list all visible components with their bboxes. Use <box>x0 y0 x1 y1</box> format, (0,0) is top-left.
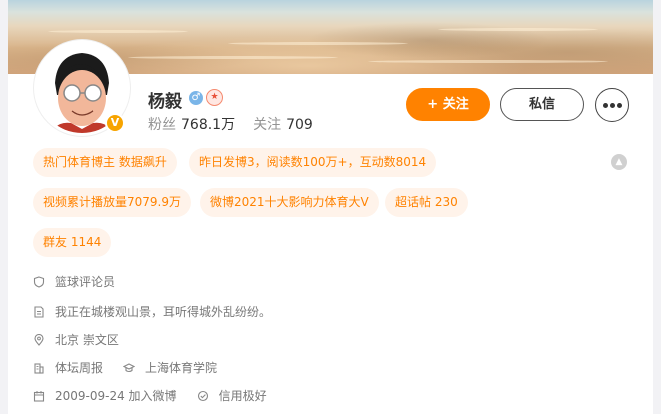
info-location: 北京 崇文区 <box>55 333 119 347</box>
info-work-row: 体坛周报 上海体育学院 <box>33 359 217 376</box>
calendar-icon <box>33 391 45 402</box>
info-bio-row: 我正在城楼观山景，耳听得城外乱纷纷。 <box>33 303 271 320</box>
building-icon <box>34 363 44 374</box>
follow-button[interactable]: + 关注 <box>406 88 490 121</box>
info-joined: 2009-09-24 加入微博 <box>55 389 177 403</box>
info-company: 体坛周报 <box>55 361 104 375</box>
document-icon <box>34 306 44 318</box>
followers-label: 粉丝 <box>148 117 176 133</box>
info-title-row: 篮球评论员 <box>33 273 115 290</box>
verified-badge-icon: V <box>105 113 125 133</box>
profile-page: V 杨毅 ♂ ★ 粉丝 768.1万 关注 709 + 关注 私信 热门体育博主 数据… <box>0 0 661 414</box>
info-credit: 信用极好 <box>218 389 267 403</box>
male-gender-icon: ♂ <box>189 91 203 105</box>
collapse-chevron-up-icon[interactable]: ▲ <box>611 154 627 170</box>
info-title: 篮球评论员 <box>55 275 116 289</box>
shield-icon <box>33 276 45 288</box>
info-joined-row: 2009-09-24 加入微博 信用极好 <box>33 387 267 404</box>
credit-icon <box>197 390 208 402</box>
more-options-button[interactable] <box>595 88 629 122</box>
tag-super-topic-posts[interactable]: 超话帖 230 <box>385 188 468 217</box>
following-count[interactable]: 709 <box>286 117 313 133</box>
medal-badge-icon[interactable]: ★ <box>206 89 223 106</box>
profile-stats: 粉丝 768.1万 关注 709 <box>148 114 331 134</box>
profile-card: V 杨毅 ♂ ★ 粉丝 768.1万 关注 709 + 关注 私信 热门体育博主 数据… <box>8 0 653 414</box>
page-gutter <box>653 0 661 414</box>
tag-group-members[interactable]: 群友 1144 <box>33 228 112 257</box>
info-location-row: 北京 崇文区 <box>33 331 119 348</box>
info-bio: 我正在城楼观山景，耳听得城外乱纷纷。 <box>55 305 272 319</box>
tag-hot-blogger[interactable]: 热门体育博主 数据飙升 <box>33 148 177 177</box>
tag-video-plays[interactable]: 视频累计播放量7079.9万 <box>33 188 191 217</box>
tag-yesterday-stats[interactable]: 昨日发博3，阅读数100万+，互动数8014 <box>189 148 437 177</box>
tag-influence-award[interactable]: 微博2021十大影响力体育大V <box>200 188 379 217</box>
profile-name: 杨毅 <box>148 92 182 112</box>
location-pin-icon <box>34 334 44 346</box>
more-dots-icon <box>603 103 608 108</box>
following-label: 关注 <box>253 117 282 133</box>
graduation-cap-icon <box>123 363 136 373</box>
message-button[interactable]: 私信 <box>500 88 584 121</box>
followers-count[interactable]: 768.1万 <box>181 117 235 133</box>
info-school: 上海体育学院 <box>145 361 218 375</box>
